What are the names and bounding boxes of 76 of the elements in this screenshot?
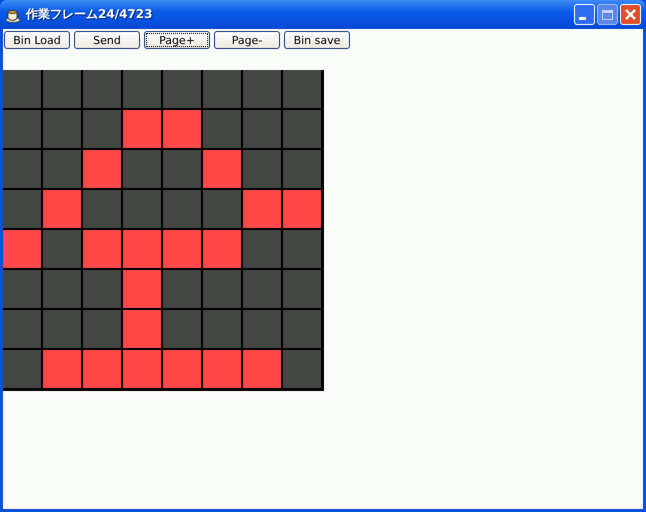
grid-cell[interactable] (43, 150, 81, 188)
close-button[interactable] (620, 4, 641, 25)
grid-cell[interactable] (203, 70, 241, 108)
grid-cell[interactable] (3, 310, 41, 348)
window-title: 作業フレーム24/4723 (26, 6, 152, 23)
grid-cell[interactable] (203, 150, 241, 188)
grid-cell[interactable] (123, 190, 161, 228)
grid-cell[interactable] (243, 230, 281, 268)
grid-cell[interactable] (163, 110, 201, 148)
grid-cell[interactable] (3, 270, 41, 308)
grid-cell[interactable] (163, 150, 201, 188)
maximize-icon (602, 10, 613, 20)
grid-cell[interactable] (123, 350, 161, 388)
grid-cell[interactable] (83, 230, 121, 268)
grid-cell[interactable] (283, 70, 321, 108)
grid-cell[interactable] (203, 350, 241, 388)
grid-cell[interactable] (283, 350, 321, 388)
grid-cell[interactable] (243, 270, 281, 308)
grid-cell[interactable] (83, 150, 121, 188)
grid-cell[interactable] (123, 310, 161, 348)
grid-cell[interactable] (163, 350, 201, 388)
grid-cell[interactable] (163, 310, 201, 348)
toolbar-button[interactable]: Bin save (284, 31, 350, 49)
grid-cell[interactable] (283, 270, 321, 308)
grid-cell[interactable] (203, 230, 241, 268)
grid-cell[interactable] (3, 230, 41, 268)
grid-cell[interactable] (123, 110, 161, 148)
grid-cell[interactable] (43, 310, 81, 348)
grid-cell[interactable] (163, 270, 201, 308)
toolbar-button[interactable]: Page- (214, 31, 280, 49)
grid-cell[interactable] (43, 110, 81, 148)
grid-cell[interactable] (283, 150, 321, 188)
grid-cell[interactable] (83, 70, 121, 108)
toolbar-button[interactable]: Bin Load (4, 31, 70, 49)
minimize-icon (579, 17, 586, 20)
grid-cell[interactable] (3, 190, 41, 228)
grid-cell[interactable] (123, 70, 161, 108)
grid-cell[interactable] (3, 350, 41, 388)
toolbar-button[interactable]: Page+ (144, 31, 210, 49)
grid-cell[interactable] (283, 190, 321, 228)
grid-cell[interactable] (83, 190, 121, 228)
grid-cell[interactable] (243, 310, 281, 348)
grid-cell[interactable] (163, 70, 201, 108)
grid-cell[interactable] (203, 310, 241, 348)
grid-cell[interactable] (203, 190, 241, 228)
grid-cell[interactable] (43, 70, 81, 108)
grid-cell[interactable] (123, 230, 161, 268)
grid-cell[interactable] (283, 230, 321, 268)
maximize-button[interactable] (597, 4, 618, 25)
grid-cell[interactable] (83, 270, 121, 308)
grid-cell[interactable] (3, 150, 41, 188)
grid-cell[interactable] (43, 350, 81, 388)
grid-cell[interactable] (3, 110, 41, 148)
grid-cell[interactable] (43, 270, 81, 308)
grid-cell[interactable] (283, 310, 321, 348)
grid-cell[interactable] (203, 110, 241, 148)
grid-cell[interactable] (43, 230, 81, 268)
grid-cell[interactable] (203, 270, 241, 308)
grid-cell[interactable] (123, 150, 161, 188)
grid-cell[interactable] (3, 70, 41, 108)
grid-cell[interactable] (83, 310, 121, 348)
grid-cell[interactable] (243, 110, 281, 148)
toolbar-button[interactable]: Send (74, 31, 140, 49)
grid-cell[interactable] (283, 110, 321, 148)
close-icon (625, 9, 636, 20)
grid-cell[interactable] (243, 190, 281, 228)
grid-cell[interactable] (83, 110, 121, 148)
grid-cell[interactable] (83, 350, 121, 388)
grid-cell[interactable] (163, 190, 201, 228)
grid-cell[interactable] (123, 270, 161, 308)
grid-cell[interactable] (243, 150, 281, 188)
grid-cell[interactable] (163, 230, 201, 268)
grid-cell[interactable] (43, 190, 81, 228)
minimize-button[interactable] (574, 4, 595, 25)
grid-cell[interactable] (243, 70, 281, 108)
grid-cell[interactable] (243, 350, 281, 388)
